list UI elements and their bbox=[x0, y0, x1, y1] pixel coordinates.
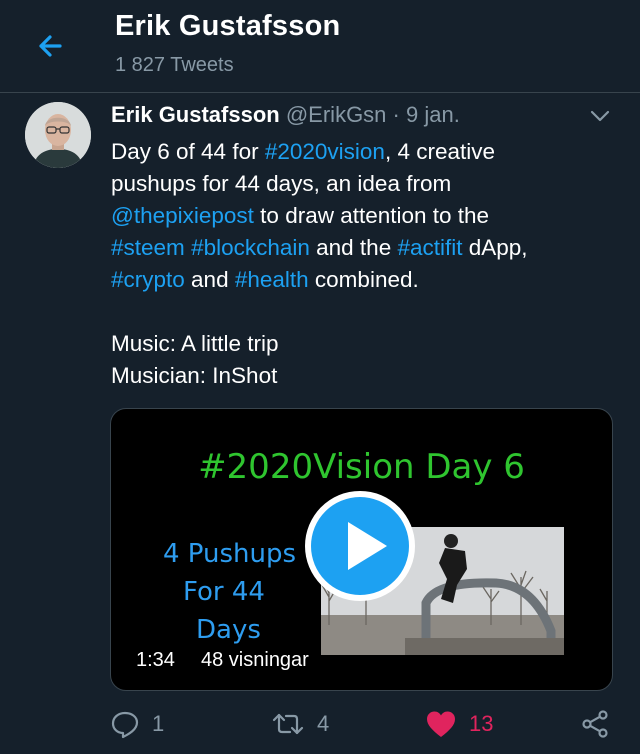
tweet-line-2: pushups for 44 days, an idea from bbox=[111, 171, 452, 196]
tweet-line-1: Day 6 of 44 for #2020vision, 4 creative bbox=[111, 136, 621, 168]
video-player[interactable]: #2020Vision Day 6 4 Pushups For 44 Days … bbox=[110, 408, 613, 691]
reply-count: 1 bbox=[152, 711, 165, 736]
author-handle[interactable]: @ErikGsn bbox=[286, 102, 387, 127]
share-icon bbox=[582, 710, 608, 738]
tweet-line-5: #crypto and #health combined. bbox=[111, 264, 621, 296]
text-segment: Day 6 of 44 for bbox=[111, 139, 265, 164]
text-segment: combined. bbox=[308, 267, 419, 292]
hashtag-link[interactable]: #blockchain bbox=[191, 235, 310, 260]
hashtag-link[interactable]: #steem bbox=[111, 235, 185, 260]
tweet-line-3: @thepixiepost to draw attention to the bbox=[111, 200, 621, 232]
tweet-header: Erik Gustafsson @ErikGsn · 9 jan. bbox=[111, 102, 460, 128]
reply-button[interactable]: 1 bbox=[110, 700, 164, 748]
play-button[interactable] bbox=[303, 489, 417, 603]
video-caption-line-2: For 44 bbox=[183, 577, 265, 607]
profile-header: Erik Gustafsson 1 827 Tweets bbox=[0, 0, 640, 93]
share-button[interactable] bbox=[580, 700, 610, 748]
mention-link[interactable]: @thepixiepost bbox=[111, 203, 254, 228]
like-button[interactable]: 13 bbox=[425, 700, 493, 748]
heart-icon bbox=[427, 711, 455, 737]
video-duration: 1:34 bbox=[128, 645, 183, 675]
like-count: 13 bbox=[469, 711, 494, 736]
avatar[interactable] bbox=[25, 102, 91, 168]
video-caption-line-3: Days bbox=[196, 615, 261, 645]
hashtag-link[interactable]: #2020vision bbox=[265, 139, 385, 164]
text-segment: and bbox=[184, 267, 235, 292]
meta-separator: · bbox=[392, 102, 400, 127]
text-segment: to draw attention to the bbox=[253, 203, 490, 228]
video-caption-line-1: 4 Pushups bbox=[163, 539, 297, 569]
back-button[interactable] bbox=[30, 26, 70, 66]
author-name[interactable]: Erik Gustafsson bbox=[111, 102, 280, 127]
retweet-count: 4 bbox=[317, 711, 330, 736]
tweet-line-4: #steem #blockchain and the #actifit dApp… bbox=[111, 232, 621, 264]
page-title: Erik Gustafsson bbox=[115, 10, 341, 42]
retweet-button[interactable]: 4 bbox=[271, 700, 329, 748]
text-segment: dApp, bbox=[462, 235, 528, 260]
tweet-text: Day 6 of 44 for #2020vision, 4 creative … bbox=[111, 136, 621, 392]
tweet-musician: Musician: InShot bbox=[111, 363, 278, 388]
reply-icon bbox=[111, 711, 139, 739]
hashtag-link[interactable]: #health bbox=[235, 267, 309, 292]
tweet-actions: 1 4 13 bbox=[0, 700, 640, 748]
play-icon bbox=[305, 491, 415, 601]
retweet-icon bbox=[272, 713, 304, 735]
text-segment: and the bbox=[309, 235, 398, 260]
tweet-count: 1 827 Tweets bbox=[115, 54, 234, 76]
video-title: #2020Vision Day 6 bbox=[198, 447, 525, 487]
hashtag-link[interactable]: #actifit bbox=[397, 235, 462, 260]
chevron-down-icon bbox=[590, 110, 610, 122]
video-views: 48 visningar bbox=[193, 645, 317, 675]
text-segment: , 4 creative bbox=[384, 139, 495, 164]
tweet-music: Music: A little trip bbox=[111, 331, 279, 356]
tweet-date[interactable]: 9 jan. bbox=[406, 102, 460, 127]
tweet-menu-button[interactable] bbox=[588, 106, 612, 126]
hashtag-link[interactable]: #crypto bbox=[111, 267, 185, 292]
back-arrow-icon bbox=[39, 35, 62, 57]
